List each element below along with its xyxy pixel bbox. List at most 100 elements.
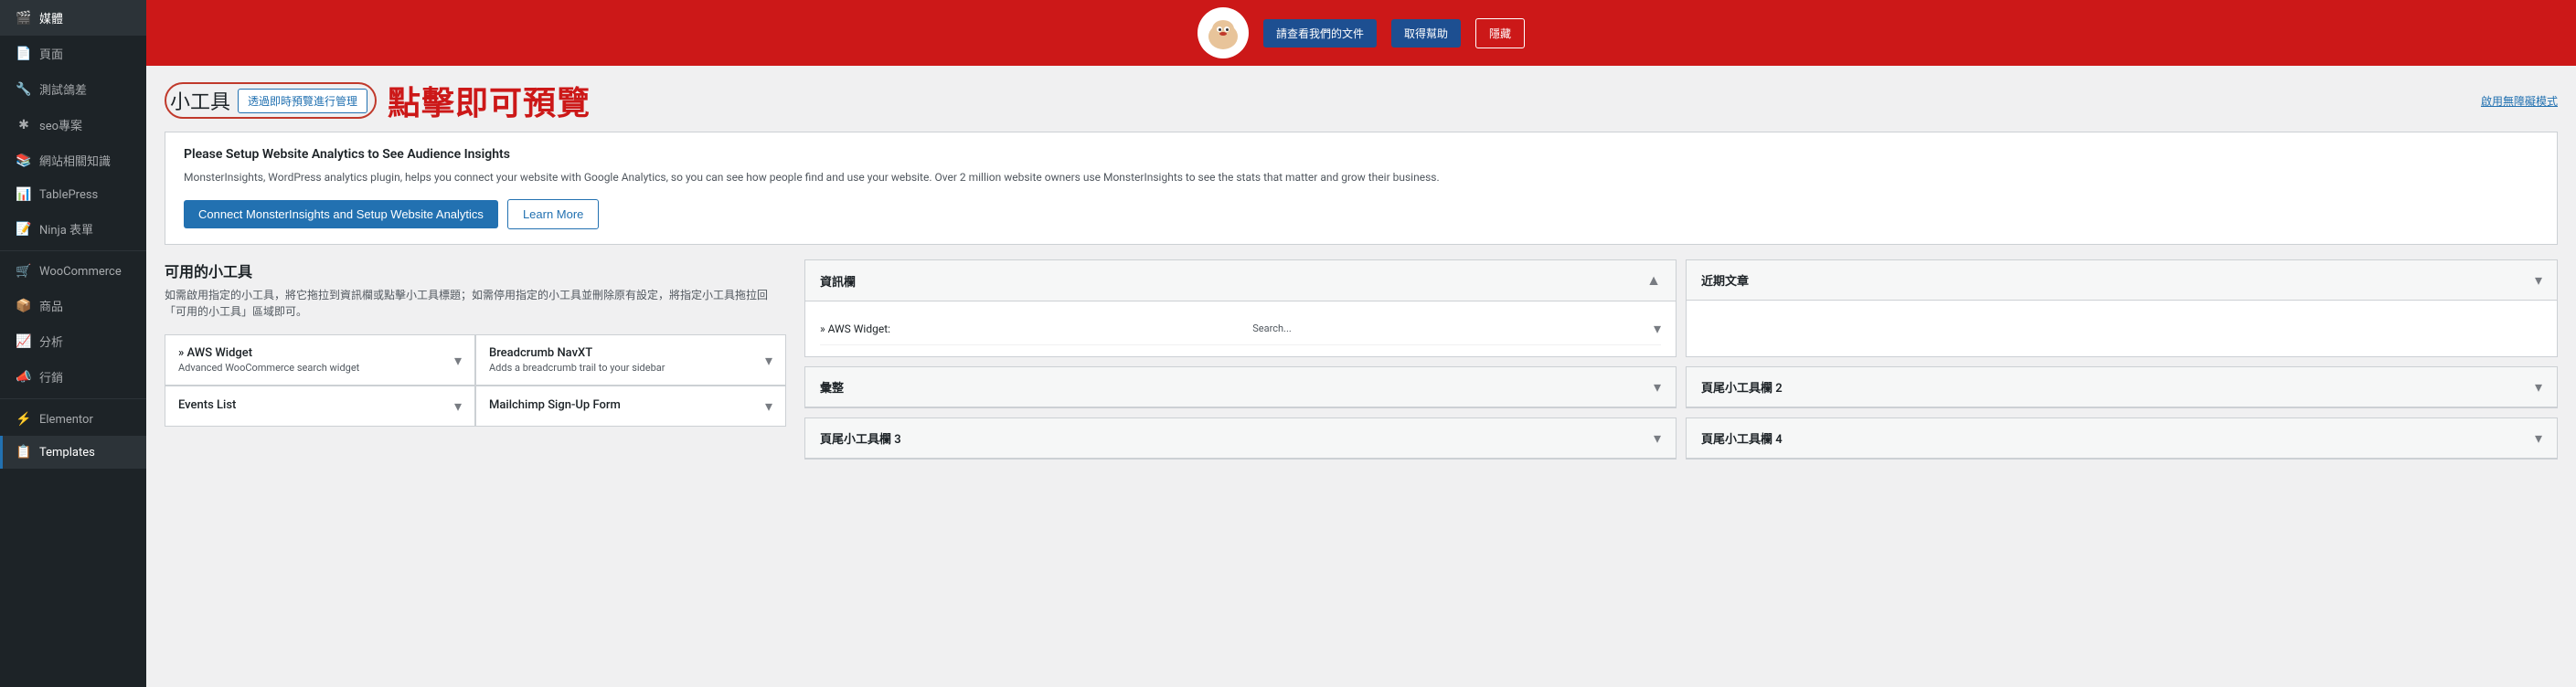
sidebar-item-label: 行銷 bbox=[39, 368, 133, 386]
sidebar-item-label: Ninja 表單 bbox=[39, 220, 133, 238]
sidebar-item-products[interactable]: 📦 商品 bbox=[0, 288, 146, 323]
templates-icon: 📋 bbox=[16, 445, 32, 460]
sidebar-recent-title: 近期文章 bbox=[1701, 271, 1749, 289]
sidebar-recent-chevron: ▾ bbox=[2535, 271, 2542, 289]
widget-mailchimp-info: Mailchimp Sign-Up Form bbox=[489, 398, 621, 414]
sidebar-item-label: 網站相關知識 bbox=[39, 152, 133, 169]
sidebar-archive-header[interactable]: 彙整 ▾ bbox=[805, 367, 1676, 407]
sidebar-item-media[interactable]: 🎬 媒體 bbox=[0, 0, 146, 36]
analytics-notice-buttons: Connect MonsterInsights and Setup Websit… bbox=[184, 199, 2539, 229]
sidebar-info-header[interactable]: 資訊欄 ▲ bbox=[805, 260, 1676, 301]
widget-aws[interactable]: » AWS Widget Advanced WooCommerce search… bbox=[165, 334, 475, 386]
widget-mailchimp-name: Mailchimp Sign-Up Form bbox=[489, 398, 621, 412]
widget-events-info: Events List bbox=[178, 398, 236, 414]
sidebar-item-woocommerce[interactable]: 🛒 WooCommerce bbox=[0, 255, 146, 288]
sidebar-info-title: 資訊欄 bbox=[820, 272, 856, 290]
content-area: 小工具 透過即時預覽進行管理 點擊即可預覽 啟用無障礙模式 Please Set… bbox=[146, 66, 2576, 687]
analytics-notice-title: Please Setup Website Analytics to See Au… bbox=[184, 147, 2539, 162]
ninjaforms-icon: 📝 bbox=[16, 222, 32, 237]
sidebar-item-label: seo專案 bbox=[39, 116, 133, 133]
woocommerce-icon: 🛒 bbox=[16, 264, 32, 279]
sidebar-panel-archive: 彙整 ▾ bbox=[804, 366, 1677, 408]
widget-mailchimp-chevron: ▾ bbox=[765, 397, 772, 415]
sidebar-item-label: 頁面 bbox=[39, 45, 133, 62]
accessibility-link[interactable]: 啟用無障礙模式 bbox=[2481, 93, 2558, 109]
sidebar-item-label: TablePress bbox=[39, 188, 133, 202]
sidebar-panel-recent: 近期文章 ▾ bbox=[1686, 259, 2558, 357]
sidebar-item-marketing[interactable]: 📣 行銷 bbox=[0, 359, 146, 395]
widget-aws-name: » AWS Widget bbox=[178, 346, 359, 360]
sidebar-archive-title: 彙整 bbox=[820, 378, 844, 396]
widget-events-name: Events List bbox=[178, 398, 236, 412]
footer-4-title: 頁尾小工具欄 4 bbox=[1701, 429, 1783, 447]
widget-breadcrumb[interactable]: Breadcrumb NavXT Adds a breadcrumb trail… bbox=[475, 334, 786, 386]
footer-4-chevron: ▾ bbox=[2535, 429, 2542, 447]
sidebar-divider2 bbox=[0, 398, 146, 399]
analytics-icon: 📈 bbox=[16, 334, 32, 349]
sidebar-item-label: 測試鴿差 bbox=[39, 80, 133, 98]
widget-mailchimp[interactable]: Mailchimp Sign-Up Form ▾ bbox=[475, 386, 786, 427]
sidebar-item-webknowledge[interactable]: 📚 網站相關知識 bbox=[0, 143, 146, 178]
sidebar-info-widget-label: Search... bbox=[1252, 322, 1292, 334]
available-widgets-title: 可用的小工具 bbox=[165, 259, 786, 281]
connect-monsterinsights-button[interactable]: Connect MonsterInsights and Setup Websit… bbox=[184, 200, 498, 228]
main-content: 請查看我們的文件 取得幫助 隱藏 小工具 透過即時預覽進行管理 點擊即可預覽 啟… bbox=[146, 0, 2576, 687]
sidebar-item-templates[interactable]: 📋 Templates bbox=[0, 436, 146, 469]
sidebar-divider bbox=[0, 250, 146, 251]
docs-button[interactable]: 請查看我們的文件 bbox=[1263, 19, 1377, 48]
sidebar-item-label: WooCommerce bbox=[39, 265, 133, 279]
sidebar-recent-header[interactable]: 近期文章 ▾ bbox=[1687, 260, 2557, 301]
widget-aws-chevron: ▾ bbox=[454, 352, 462, 369]
title-highlight: 小工具 透過即時預覽進行管理 bbox=[165, 82, 377, 119]
widget-events-chevron: ▾ bbox=[454, 397, 462, 415]
footer-2-title: 頁尾小工具欄 2 bbox=[1701, 378, 1783, 396]
sidebar-item-analytics[interactable]: 📈 分析 bbox=[0, 323, 146, 359]
widget-breadcrumb-chevron: ▾ bbox=[765, 352, 772, 369]
sidebar-item-seo[interactable]: ✱ seo專案 bbox=[0, 107, 146, 143]
elementor-icon: ⚡ bbox=[16, 412, 32, 427]
seo-icon: ✱ bbox=[16, 118, 32, 132]
hide-button[interactable]: 隱藏 bbox=[1475, 18, 1525, 48]
webknowledge-icon: 📚 bbox=[16, 153, 32, 168]
footer-2-chevron: ▾ bbox=[2535, 378, 2542, 396]
sidebar-item-tablepress[interactable]: 📊 TablePress bbox=[0, 178, 146, 211]
sidebar-item-testing[interactable]: 🔧 測試鴿差 bbox=[0, 71, 146, 107]
marketing-icon: 📣 bbox=[16, 370, 32, 385]
sidebar-item-elementor[interactable]: ⚡ Elementor bbox=[0, 403, 146, 436]
page-title: 小工具 bbox=[170, 86, 230, 115]
available-widgets-desc: 如需啟用指定的小工具，將它拖拉到資訊欄或點擊小工具標題；如需停用指定的小工具並刪… bbox=[165, 287, 786, 320]
testing-icon: 🔧 bbox=[16, 82, 32, 97]
learn-more-button[interactable]: Learn More bbox=[507, 199, 599, 229]
footer-panel-3: 頁尾小工具欄 3 ▾ bbox=[804, 417, 1677, 460]
sidebar-item-ninjaforms[interactable]: 📝 Ninja 表單 bbox=[0, 211, 146, 247]
sidebar-item-pages[interactable]: 📄 頁面 bbox=[0, 36, 146, 71]
footer-4-header[interactable]: 頁尾小工具欄 4 ▾ bbox=[1687, 418, 2557, 459]
sidebar-info-widget-aws[interactable]: » AWS Widget: Search... ▾ bbox=[820, 312, 1661, 345]
footer-3-header[interactable]: 頁尾小工具欄 3 ▾ bbox=[805, 418, 1676, 459]
sidebar-item-label: Templates bbox=[39, 446, 133, 460]
sidebar-info-widget-chevron: ▾ bbox=[1654, 320, 1661, 337]
tablepress-icon: 📊 bbox=[16, 187, 32, 202]
top-banner: 請查看我們的文件 取得幫助 隱藏 bbox=[146, 0, 2576, 66]
widget-aws-desc: Advanced WooCommerce search widget bbox=[178, 362, 359, 374]
analytics-notice: Please Setup Website Analytics to See Au… bbox=[165, 132, 2558, 245]
widget-aws-info: » AWS Widget Advanced WooCommerce search… bbox=[178, 346, 359, 374]
sidebar-info-widget-name: » AWS Widget: bbox=[820, 322, 890, 335]
available-widgets-panel: 可用的小工具 如需啟用指定的小工具，將它拖拉到資訊欄或點擊小工具標題；如需停用指… bbox=[165, 259, 786, 687]
sidebar-item-label: 分析 bbox=[39, 333, 133, 350]
manage-preview-button[interactable]: 透過即時預覽進行管理 bbox=[238, 89, 367, 113]
sidebar-info-body: » AWS Widget: Search... ▾ bbox=[805, 301, 1676, 356]
right-panels: 資訊欄 ▲ » AWS Widget: Search... ▾ 近期文章 bbox=[804, 259, 2558, 687]
sidebar-panel-info: 資訊欄 ▲ » AWS Widget: Search... ▾ bbox=[804, 259, 1677, 357]
widgets-title-row: 小工具 透過即時預覽進行管理 點擊即可預覽 bbox=[165, 77, 591, 124]
widget-breadcrumb-desc: Adds a breadcrumb trail to your sidebar bbox=[489, 362, 665, 374]
footer-3-title: 頁尾小工具欄 3 bbox=[820, 429, 901, 447]
widget-events[interactable]: Events List ▾ bbox=[165, 386, 475, 427]
widget-breadcrumb-name: Breadcrumb NavXT bbox=[489, 346, 665, 360]
help-button[interactable]: 取得幫助 bbox=[1391, 19, 1461, 48]
mascot-svg bbox=[1203, 13, 1243, 53]
media-icon: 🎬 bbox=[16, 11, 32, 26]
widget-breadcrumb-info: Breadcrumb NavXT Adds a breadcrumb trail… bbox=[489, 346, 665, 374]
footer-2-header[interactable]: 頁尾小工具欄 2 ▾ bbox=[1687, 367, 2557, 407]
sidebar-archive-chevron: ▾ bbox=[1654, 378, 1661, 396]
